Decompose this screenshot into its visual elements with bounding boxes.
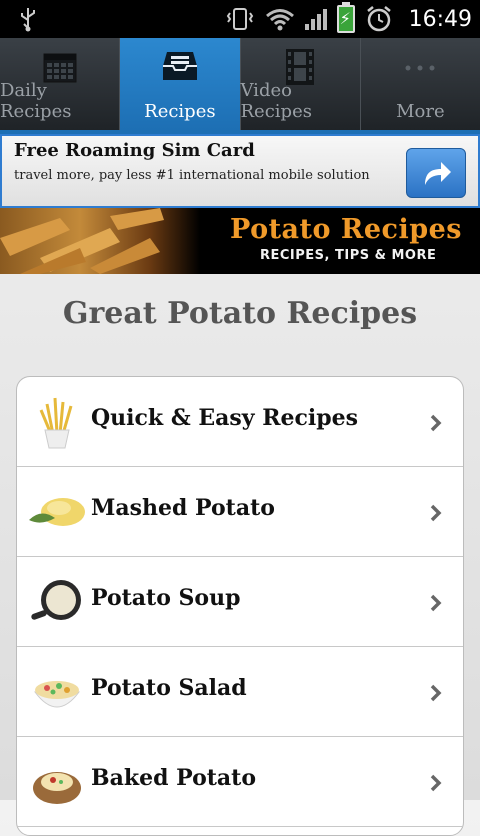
list-item-label: Mashed Potato xyxy=(91,495,275,521)
chevron-right-icon xyxy=(430,774,442,792)
page-title: Great Potato Recipes xyxy=(62,296,418,331)
signal-icon xyxy=(304,8,327,30)
banner-subtitle: RECIPES, TIPS & MORE xyxy=(260,248,437,263)
share-arrow-icon xyxy=(425,162,451,185)
tab-label: Daily Recipes xyxy=(0,80,72,122)
chevron-right-icon xyxy=(430,594,442,612)
recipe-category-list: Quick & Easy Recipes Mashed Potato Potat… xyxy=(16,376,464,836)
tab-bar: Daily Recipes Recipes Video Recipes More xyxy=(0,38,480,130)
list-item-label: Potato Soup xyxy=(91,585,241,611)
list-item[interactable]: Baked Potato xyxy=(17,737,463,827)
chevron-right-icon xyxy=(430,684,442,702)
ad-banner[interactable]: Free Roaming Sim Card travel more, pay l… xyxy=(0,134,480,208)
chevron-right-icon xyxy=(430,414,442,432)
tab-video-recipes[interactable]: Video Recipes xyxy=(241,38,361,130)
potato-wedges-image xyxy=(0,208,200,274)
list-item-label: Quick & Easy Recipes xyxy=(91,405,358,431)
tab-recipes[interactable]: Recipes xyxy=(120,38,241,130)
list-item[interactable]: Mashed Potato xyxy=(17,467,463,557)
calendar-icon xyxy=(43,53,77,83)
status-bar: ⚡ 16:49 xyxy=(0,0,480,38)
tab-label: Recipes xyxy=(144,101,216,122)
battery-icon: ⚡ xyxy=(336,2,355,33)
baked-potato-icon xyxy=(33,772,81,804)
soup-bowl-icon xyxy=(31,580,81,620)
mashed-potato-icon xyxy=(29,498,85,526)
more-icon xyxy=(405,65,435,71)
vibrate-icon xyxy=(226,8,253,30)
salad-bowl-icon xyxy=(34,681,80,708)
ad-title: Free Roaming Sim Card xyxy=(14,140,255,161)
ad-open-button[interactable] xyxy=(406,148,466,198)
ad-text: travel more, pay less #1 international m… xyxy=(14,168,370,183)
tab-daily-recipes[interactable]: Daily Recipes xyxy=(0,38,121,130)
tab-label: More xyxy=(396,101,445,122)
list-item-label: Baked Potato xyxy=(91,765,257,791)
wifi-icon xyxy=(265,9,294,31)
tab-more[interactable]: More xyxy=(361,38,480,130)
chevron-right-icon xyxy=(430,504,442,522)
list-item-label: Potato Salad xyxy=(91,675,247,701)
list-item[interactable]: Quick & Easy Recipes xyxy=(17,377,463,467)
tab-label: Video Recipes xyxy=(240,80,312,122)
usb-icon xyxy=(21,8,35,32)
list-item[interactable]: Potato Soup xyxy=(17,557,463,647)
clock: 16:49 xyxy=(408,6,472,32)
alarm-icon xyxy=(366,6,391,32)
fries-icon xyxy=(39,397,73,449)
banner-title: Potato Recipes xyxy=(230,214,463,245)
list-item[interactable]: Potato Salad xyxy=(17,647,463,737)
film-icon xyxy=(286,49,315,85)
inbox-icon xyxy=(162,52,197,80)
wedges-illustration xyxy=(0,208,164,274)
app-banner: Potato Recipes RECIPES, TIPS & MORE xyxy=(0,208,480,274)
